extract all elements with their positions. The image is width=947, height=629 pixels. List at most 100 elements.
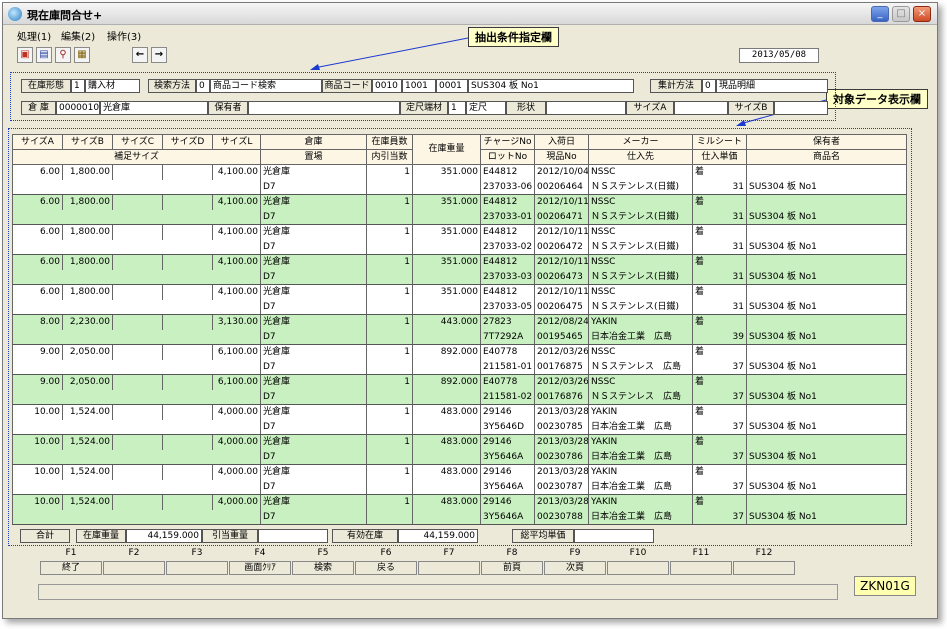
table-cell <box>366 359 413 375</box>
shape-value[interactable] <box>546 101 626 115</box>
table-cell: 1 <box>366 194 413 210</box>
header-size-b[interactable]: サイズB <box>62 134 113 150</box>
table-cell: 2012/10/11 <box>534 194 589 210</box>
header-product-name[interactable]: 商品名 <box>746 149 907 165</box>
header-charge-no[interactable]: チャージNo <box>480 134 535 150</box>
layout-icon[interactable]: ▦ <box>74 47 90 63</box>
table-row[interactable]: 8.00 2,230.00 3,130.00 光倉庫 1 443.000 27823 2012… <box>12 314 907 345</box>
header-supplier[interactable]: 仕入先 <box>588 149 693 165</box>
table-cell <box>746 284 907 300</box>
product-code-2[interactable]: 1001 <box>402 79 436 93</box>
table-cell: E44812 <box>480 224 535 240</box>
table-row[interactable]: 6.00 1,800.00 4,100.00 光倉庫 1 351.000 E44812 201… <box>12 284 907 315</box>
table-cell <box>746 164 907 180</box>
header-mill-sheet[interactable]: ミルシート <box>692 134 747 150</box>
product-code-1[interactable]: 0010 <box>372 79 402 93</box>
fkey-f10-button[interactable] <box>607 561 669 575</box>
table-cell: 4,000.00 <box>212 434 261 450</box>
header-stock-weight[interactable]: 在庫重量 <box>412 134 481 165</box>
table-cell: 着 <box>692 164 747 180</box>
header-unit-price[interactable]: 仕入単価 <box>692 149 747 165</box>
table-cell: YAKIN <box>588 494 693 510</box>
table-cell-weight: 892.000 <box>412 374 481 405</box>
table-cell: SUS304 板 No1 <box>746 179 907 195</box>
header-stock-count[interactable]: 在庫員数 <box>366 134 413 150</box>
header-allocated[interactable]: 内引当数 <box>366 149 413 165</box>
table-row[interactable]: 6.00 1,800.00 4,100.00 光倉庫 1 351.000 E44812 201… <box>12 224 907 255</box>
arrow-right-icon[interactable]: → <box>151 47 167 63</box>
menu-process[interactable]: 処理(1) <box>17 28 51 43</box>
header-maker[interactable]: メーカー <box>588 134 693 150</box>
menu-operation[interactable]: 操作(3) <box>107 28 141 43</box>
fkey-f1-button[interactable]: 終了 <box>40 561 102 575</box>
table-cell <box>746 404 907 420</box>
fkey-f6-button[interactable]: 戻る <box>355 561 417 575</box>
fkey-f5-button[interactable]: 検索 <box>292 561 354 575</box>
header-size-c[interactable]: サイズC <box>112 134 163 150</box>
stock-type-code[interactable]: 1 <box>71 79 85 93</box>
table-row[interactable]: 6.00 1,800.00 4,100.00 光倉庫 1 351.000 E44812 201… <box>12 254 907 285</box>
size-a-value[interactable] <box>674 101 728 115</box>
table-cell: 光倉庫 <box>260 224 367 240</box>
table-row[interactable]: 10.00 1,524.00 4,000.00 光倉庫 1 483.000 29146 201… <box>12 434 907 465</box>
table-body: 6.00 1,800.00 4,100.00 光倉庫 1 351.000 E44812 201… <box>12 164 907 525</box>
table-cell <box>162 314 213 330</box>
table-cell: 1 <box>366 404 413 420</box>
search-method-code[interactable]: 0 <box>196 79 210 93</box>
search-icon[interactable]: ⚲ <box>55 47 71 63</box>
fkey-f2-button[interactable] <box>103 561 165 575</box>
warehouse-code[interactable]: 00000100 <box>56 101 100 115</box>
table-row[interactable]: 10.00 1,524.00 4,000.00 光倉庫 1 483.000 29146 201… <box>12 494 907 525</box>
table-cell <box>746 254 907 270</box>
fkey-f12-button[interactable] <box>733 561 795 575</box>
fkey-f1-label: F1 <box>65 548 77 558</box>
minimize-button[interactable]: _ <box>871 6 889 22</box>
table-cell <box>112 374 163 390</box>
header-owner[interactable]: 保有者 <box>746 134 907 150</box>
table-cell: 日本冶金工業 広島 <box>588 419 693 435</box>
header-warehouse[interactable]: 倉庫 <box>260 134 367 150</box>
total-label: 合計 <box>20 529 70 543</box>
owner-value[interactable] <box>248 101 400 115</box>
cut-length-code[interactable]: 1 <box>448 101 466 115</box>
header-lot-no[interactable]: ロットNo <box>480 149 535 165</box>
fkey-f4-button[interactable]: 画面ｸﾘｱ <box>229 561 291 575</box>
table-cell: 37 <box>692 419 747 435</box>
table-cell: 37 <box>692 509 747 525</box>
table-row[interactable]: 9.00 2,050.00 6,100.00 光倉庫 1 892.000 E40778 201… <box>12 374 907 405</box>
fkey-f8-button[interactable]: 前頁 <box>481 561 543 575</box>
export-icon[interactable]: ▣ <box>17 47 33 63</box>
table-cell: 3Y5646A <box>480 479 535 495</box>
save-icon[interactable]: ▤ <box>36 47 52 63</box>
table-cell: 10.00 <box>12 434 63 450</box>
table-cell: 39 <box>692 329 747 345</box>
close-button[interactable]: × <box>913 6 931 22</box>
header-arrival-date[interactable]: 入荷日 <box>534 134 589 150</box>
table-row[interactable]: 10.00 1,524.00 4,000.00 光倉庫 1 483.000 29146 201… <box>12 404 907 435</box>
fkey-f7-button[interactable] <box>418 561 480 575</box>
table-row[interactable]: 6.00 1,800.00 4,100.00 光倉庫 1 351.000 E44812 201… <box>12 194 907 225</box>
header-size-d[interactable]: サイズD <box>162 134 213 150</box>
table-row[interactable]: 9.00 2,050.00 6,100.00 光倉庫 1 892.000 E40778 201… <box>12 344 907 375</box>
fkey-f11-button[interactable] <box>670 561 732 575</box>
header-location[interactable]: 置場 <box>260 149 367 165</box>
table-cell: SUS304 板 No1 <box>746 299 907 315</box>
header-item-no[interactable]: 現品No <box>534 149 589 165</box>
fkey-f9-button[interactable]: 次頁 <box>544 561 606 575</box>
date-display: 2013/05/08 <box>739 48 819 63</box>
header-size-a[interactable]: サイズA <box>12 134 63 150</box>
product-code-3[interactable]: 0001 <box>436 79 468 93</box>
fkey-f3-button[interactable] <box>166 561 228 575</box>
size-b-value[interactable] <box>774 101 828 115</box>
table-cell: D7 <box>260 329 367 345</box>
table-row[interactable]: 6.00 1,800.00 4,100.00 光倉庫 1 351.000 E44812 201… <box>12 164 907 195</box>
menu-edit[interactable]: 編集(2) <box>61 28 95 43</box>
table-row[interactable]: 10.00 1,524.00 4,000.00 光倉庫 1 483.000 29146 201… <box>12 464 907 495</box>
table-cell: 9.00 <box>12 344 63 360</box>
arrow-left-icon[interactable]: ← <box>132 47 148 63</box>
stock-table: サイズA サイズB サイズC サイズD サイズL 倉庫 在庫員数 在庫重量 チャ… <box>12 134 907 525</box>
header-supplement-size[interactable]: 補足サイズ <box>12 149 261 165</box>
aggregate-method-code[interactable]: 0 <box>702 79 716 93</box>
maximize-button[interactable]: □ <box>892 6 910 22</box>
header-size-l[interactable]: サイズL <box>212 134 261 150</box>
